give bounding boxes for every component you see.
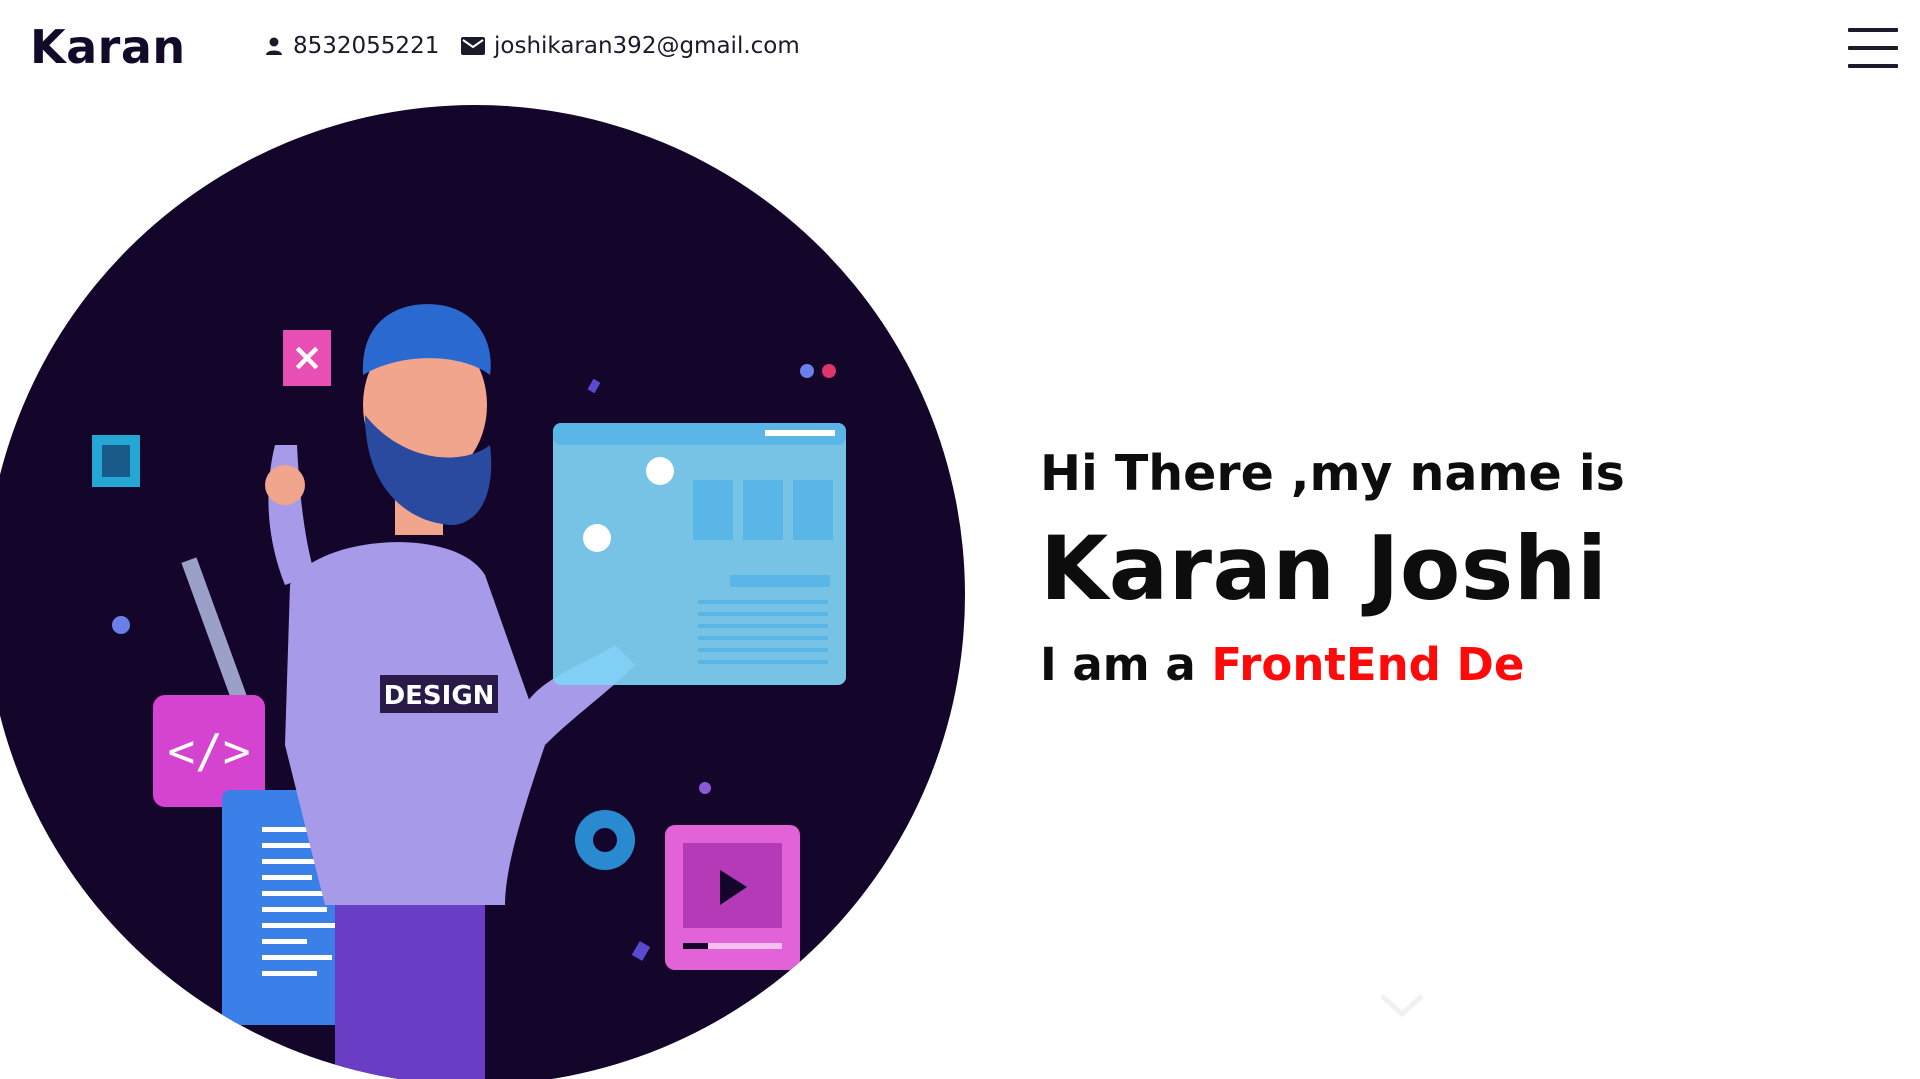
chevron-down-icon[interactable] — [1380, 994, 1424, 1022]
hamburger-menu-icon[interactable] — [1848, 26, 1898, 70]
hero-name: Karan Joshi — [1040, 517, 1608, 620]
typed-role: FrontEnd De — [1211, 638, 1525, 691]
hero-illustration: × </> DESIGN — [0, 105, 965, 1079]
email-contact[interactable]: joshikaran392@gmail.com — [461, 33, 800, 59]
phone-contact[interactable]: 8532055221 — [264, 33, 439, 59]
person-icon — [264, 36, 284, 56]
email-address: joshikaran392@gmail.com — [494, 33, 800, 59]
phone-number: 8532055221 — [293, 33, 440, 59]
shirt-label: DESIGN — [384, 681, 495, 711]
svg-text:×: × — [291, 335, 323, 379]
greeting-text: Hi There ,my name is — [1040, 445, 1625, 502]
intro-section: Hi There ,my name is Karan Joshi I am a … — [1040, 445, 1625, 691]
site-header: Karan 8532055221 joshikaran392@gmail.com — [0, 0, 1920, 100]
role-prefix: I am a — [1040, 638, 1196, 691]
logo[interactable]: Karan — [30, 20, 186, 74]
role-line: I am a FrontEnd De — [1040, 638, 1625, 691]
svg-text:</>: </> — [167, 724, 250, 778]
mail-icon — [461, 37, 485, 55]
